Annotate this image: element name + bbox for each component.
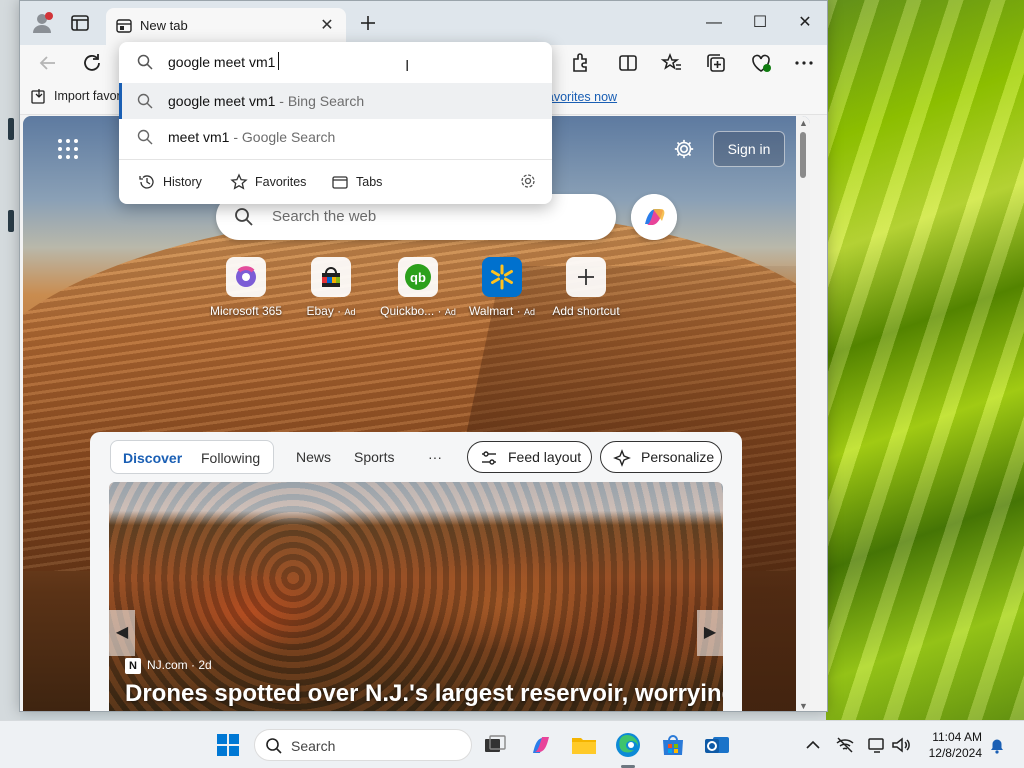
search-icon (235, 208, 253, 226)
volume-icon[interactable] (890, 734, 912, 756)
walmart-icon (491, 264, 513, 290)
desktop: New tab ✕ — ☐ ✕ Import favorites e favor… (0, 0, 1024, 720)
plus-icon (578, 269, 594, 285)
feed-layout-button[interactable]: Feed layout (467, 441, 592, 473)
tab-following[interactable]: Following (201, 450, 260, 466)
shortcut-quickbooks[interactable]: qb Quickbo... · Ad (373, 257, 463, 318)
search-icon (137, 93, 153, 109)
quickbooks-icon: qb (405, 264, 431, 290)
tab-strip: New tab ✕ — ☐ ✕ (20, 1, 827, 45)
tab-new-tab[interactable]: New tab ✕ (106, 8, 346, 45)
carousel-next-icon[interactable]: ▶ (697, 610, 723, 656)
web-search-placeholder: Search the web (272, 208, 377, 225)
start-button[interactable] (212, 729, 244, 761)
copilot-taskbar-icon[interactable] (525, 729, 557, 761)
article-headline[interactable]: Drones spotted over N.J.'s largest reser… (125, 680, 723, 708)
more-options-icon[interactable] (792, 51, 816, 75)
suggestion-google[interactable]: meet vm1 - Google Search (119, 119, 552, 155)
favorites-chip[interactable]: Favorites (230, 172, 306, 192)
search-icon (137, 129, 153, 145)
refresh-icon[interactable] (80, 51, 104, 75)
tab-actions-icon[interactable] (70, 13, 90, 33)
history-icon (139, 175, 154, 189)
minimize-button[interactable]: — (702, 11, 726, 35)
news-feed: Discover Following News Sports ··· Feed … (90, 432, 742, 711)
tab-news[interactable]: News (296, 449, 331, 465)
carousel-prev-icon[interactable]: ◀ (109, 610, 135, 656)
address-bar-text: google meet vm1 (168, 54, 276, 70)
history-chip[interactable]: History (138, 172, 202, 192)
tab-discover[interactable]: Discover (123, 450, 182, 466)
mouse-ibeam-cursor: I (405, 58, 410, 75)
article-source: NJ.com · 2d (147, 658, 212, 672)
show-hidden-icons-icon[interactable] (802, 734, 824, 756)
file-explorer-icon[interactable] (568, 729, 600, 761)
store-icon[interactable] (657, 729, 689, 761)
network-offline-icon[interactable] (834, 734, 856, 756)
shortcut-walmart[interactable]: Walmart · Ad (457, 257, 547, 318)
favorites-icon[interactable] (660, 51, 684, 75)
tabs-chip[interactable]: Tabs (331, 172, 382, 192)
tab-title: New tab (140, 18, 188, 33)
tabs-icon (332, 176, 348, 189)
desktop-left-edge (0, 0, 20, 720)
more-tabs-button[interactable]: ··· (428, 449, 442, 465)
sparkle-icon (613, 449, 631, 467)
page-scrollbar[interactable]: ▲ ▼ (796, 116, 810, 711)
search-icon (266, 738, 282, 754)
shortcut-ebay[interactable]: Ebay · Ad (286, 257, 376, 318)
collections-icon[interactable] (704, 51, 728, 75)
notification-bell-icon[interactable] (986, 734, 1008, 756)
wallpaper (826, 0, 1024, 720)
star-icon (230, 173, 248, 190)
search-icon (137, 54, 153, 70)
display-icon[interactable] (866, 734, 888, 756)
task-view-icon[interactable] (479, 729, 511, 761)
copilot-icon[interactable] (631, 194, 677, 240)
sliders-icon (482, 451, 496, 465)
browser-essentials-icon[interactable] (749, 51, 773, 75)
edge-icon[interactable] (612, 729, 644, 761)
suggestion-bing[interactable]: google meet vm1 - Bing Search (119, 83, 552, 119)
address-bar-input[interactable]: google meet vm1 I (119, 42, 552, 82)
scrollbar-thumb[interactable] (800, 132, 806, 178)
ebay-icon (322, 267, 340, 287)
app-launcher-icon[interactable] (57, 138, 79, 160)
new-tab-button[interactable] (358, 13, 378, 33)
outlook-icon[interactable] (701, 729, 733, 761)
page-settings-icon[interactable] (673, 138, 695, 160)
microsoft-365-icon (236, 266, 256, 287)
sign-in-button[interactable]: Sign in (713, 131, 785, 167)
hero-article-card[interactable]: ◀ ▶ N NJ.com · 2d Drones spotted over N.… (109, 482, 723, 711)
system-clock[interactable]: 11:04 AM 12/8/2024 (922, 729, 982, 761)
close-tab-icon[interactable]: ✕ (318, 17, 336, 35)
shortcut-microsoft-365[interactable]: Microsoft 365 (201, 257, 291, 318)
svg-text:qb: qb (410, 270, 426, 285)
text-caret (278, 52, 279, 70)
browser-window: New tab ✕ — ☐ ✕ Import favorites e favor… (19, 0, 828, 712)
back-icon[interactable] (36, 51, 60, 75)
profile-icon[interactable] (30, 11, 54, 35)
address-bar-dropdown: google meet vm1 I google meet vm1 - Bing… (119, 42, 552, 204)
add-shortcut-button[interactable]: Add shortcut (541, 257, 631, 318)
personalize-button[interactable]: Personalize (600, 441, 722, 473)
taskbar: Search 11:04 AM 12/8/2024 (0, 720, 1024, 768)
maximize-button[interactable]: ☐ (748, 11, 772, 35)
tab-sports[interactable]: Sports (354, 449, 394, 465)
split-screen-icon[interactable] (616, 51, 640, 75)
search-settings-icon[interactable] (519, 172, 537, 190)
close-window-button[interactable]: ✕ (793, 11, 817, 35)
feed-pivot: Discover Following (110, 440, 274, 474)
extensions-icon[interactable] (568, 51, 592, 75)
taskbar-search[interactable]: Search (254, 729, 472, 761)
newtab-favicon-icon (116, 19, 132, 33)
new-tab-page: Sign in Search the web Microsoft 365 Eba… (23, 116, 810, 711)
